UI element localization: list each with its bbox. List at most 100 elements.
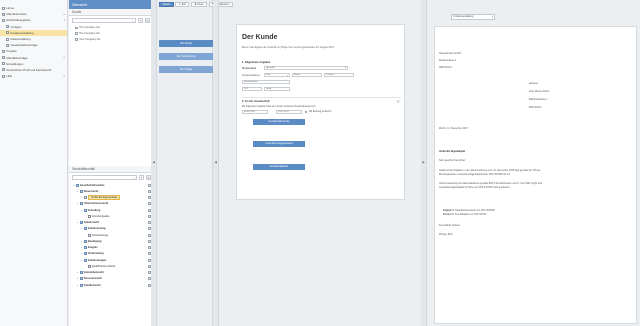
template-select-value: Kundenverwaltung — [453, 15, 474, 19]
expand-icon[interactable]: ▾ — [77, 202, 79, 205]
nav-item-label: Mandatsverträge — [6, 55, 28, 60]
nav-item-label: Projekte — [6, 49, 17, 54]
expand-icon[interactable]: ▾ — [77, 284, 79, 287]
expand-icon[interactable]: ▾ — [77, 277, 79, 280]
contact-label: Ansprechpartner — [242, 74, 260, 77]
search-icon: ⌕ — [132, 18, 134, 23]
extend-checkbox[interactable] — [305, 111, 308, 114]
expand-icon[interactable]: ▾ — [81, 259, 83, 262]
city-input[interactable]: Stadt — [264, 87, 290, 92]
customer-row-checkbox[interactable] — [75, 26, 78, 30]
shareholder-list-button[interactable]: Gesellschafterliste — [253, 164, 305, 170]
customer-row-checkbox[interactable] — [75, 38, 78, 41]
chevron-right-icon: ▸ — [63, 12, 65, 16]
letter-salutation: Sehr geehrte Frau Zuber — [439, 159, 466, 162]
street-input[interactable]: Straße/Hausnr — [242, 80, 290, 85]
middle-gutter[interactable]: ◀ — [213, 0, 219, 326]
new-button[interactable]: ✚ Neue — [190, 1, 208, 8]
city-placeholder: Stadt — [266, 88, 272, 91]
expand-icon[interactable]: ▾ — [77, 271, 79, 274]
tree-row-label: Gründung — [87, 208, 101, 212]
collapse-arrow-icon[interactable]: ◀ — [153, 160, 155, 164]
last-name-input[interactable]: Zuname — [324, 73, 354, 78]
tree-row-label: Steuerrecht — [83, 189, 99, 193]
folder-icon — [80, 271, 83, 275]
collapse-arrow-icon[interactable]: ◀ — [215, 160, 217, 164]
step-button-customer[interactable]: Der Kunde — [159, 40, 213, 47]
nav-item-icon — [2, 56, 5, 60]
tree-row-label: Qualifiziertes Arbeits — [91, 264, 116, 268]
tree-row-label: Immobilienrecht — [83, 271, 104, 275]
new-button-label: Neue — [197, 3, 204, 6]
chevron-down-icon[interactable]: ▾ — [345, 66, 346, 69]
tree-row[interactable]: ▾ Familienrecht — [73, 282, 154, 288]
letter-list-item-1: Kapital für Hauptbuchsumsatz von CHF 300… — [443, 209, 495, 212]
expand-icon[interactable]: ▾ — [77, 190, 79, 193]
add-customer-button[interactable]: + — [138, 18, 143, 23]
firm-name-input[interactable]: Spenden — [264, 66, 348, 71]
nav-item-label: Home — [6, 6, 14, 11]
salutation-value: Frau — [266, 74, 271, 77]
collapse-arrow-icon[interactable]: ▶ — [423, 160, 425, 164]
expand-icon[interactable]: ▾ — [81, 209, 83, 212]
folder-icon — [76, 183, 79, 187]
extend-checkbox-label: Mit Endung weiterhin — [309, 110, 332, 113]
customer-form-page: Der Kunde Bevor man Eigene die Ursache i… — [236, 24, 405, 200]
step-button-processing[interactable]: Zur Verarbeitung — [159, 53, 213, 60]
letter-signature: Phleger Bern — [439, 233, 453, 236]
case-tree-panel: Geschäftsvorfall ⌕ + ↻ ▾ Gesellschaftsrec… — [69, 166, 154, 288]
expand-icon[interactable]: ▾ — [81, 227, 83, 230]
case-tree-search-input[interactable]: ⌕ — [72, 175, 137, 180]
date-to-input[interactable]: 15.02.2017 — [276, 110, 302, 115]
expand-icon[interactable]: ▾ — [77, 221, 79, 224]
firm-name-label: Firmenname — [242, 67, 257, 70]
save-button[interactable]: Speich — [159, 1, 174, 8]
sender-city: 0000 Zürich — [439, 66, 452, 69]
firm-name-value: Spenden — [266, 67, 275, 70]
add-case-button[interactable]: + — [139, 175, 144, 180]
nav-item-label: Kundenverwaltung — [10, 30, 34, 35]
customer-row-checkbox[interactable] — [75, 32, 78, 35]
nav-item[interactable]: Hilfe ▸ — [0, 73, 67, 79]
edit-icon[interactable]: ▤ — [397, 100, 399, 103]
salutation-select[interactable]: Frau ▾ — [264, 73, 290, 78]
zip-input[interactable]: PLZ — [242, 87, 262, 92]
recipient-line-1: Adresse — [529, 82, 538, 85]
expand-icon[interactable]: ▾ — [73, 184, 75, 187]
nav-item-icon — [2, 6, 5, 10]
customer-search-input[interactable]: ⌕ — [72, 18, 136, 23]
folder-icon — [84, 239, 87, 243]
chevron-down-icon: ▾ — [63, 18, 65, 22]
expand-icon[interactable]: ▾ — [81, 252, 83, 255]
date-from-value: 06.06.1991 — [244, 111, 255, 114]
search-icon: ⌕ — [133, 175, 135, 180]
document-area: Der Kunde Bevor man Eigene die Ursache i… — [222, 12, 420, 326]
refresh-customer-button[interactable]: ↻ — [145, 18, 150, 23]
exit-icon: ✕ — [178, 3, 181, 6]
form-title: Der Kunde — [242, 34, 278, 41]
tree-row-label: Familienrecht — [83, 283, 101, 287]
expand-icon[interactable]: ▾ — [81, 246, 83, 249]
folder-icon — [84, 246, 87, 250]
chevron-down-icon: ▾ — [286, 74, 288, 77]
letter-body-line-1: Aufgrund der Angaben in der Jahresrechnu… — [439, 169, 541, 172]
nav-item-icon — [2, 68, 5, 72]
company-contract-button[interactable]: Gesellschaftsvertrag — [253, 119, 305, 125]
last-name-placeholder: Zuname — [326, 74, 335, 77]
expand-icon[interactable]: ▾ — [81, 240, 83, 243]
customer-row-label: The Company AG — [79, 32, 100, 36]
tree-row-label: Arbeitsvertrag — [87, 227, 106, 231]
exit-button[interactable]: ✕ Exit — [175, 1, 190, 8]
date-from-input[interactable]: 06.06.1991 — [242, 110, 268, 115]
letter-body-line-2: Bundesgesetzes verdecktes Eigenkapital ü… — [439, 173, 511, 176]
company-purpose-button[interactable]: Unternehmensgegenstand — [253, 141, 305, 147]
editor-toolbar: Speich ✕ Exit ✚ Neue ↻ Aktualisieren — [157, 0, 233, 9]
nav-item-icon — [2, 18, 5, 22]
folder-icon — [84, 252, 87, 256]
folder-icon — [80, 277, 83, 281]
first-name-input[interactable]: Name — [292, 73, 322, 78]
nav-item-icon — [6, 43, 9, 47]
template-select[interactable]: Kundenverwaltung ▾ — [451, 14, 495, 20]
step-button-attachment[interactable]: Der Anlage — [159, 66, 213, 73]
customer-row[interactable]: Your Company AG — [69, 37, 153, 43]
